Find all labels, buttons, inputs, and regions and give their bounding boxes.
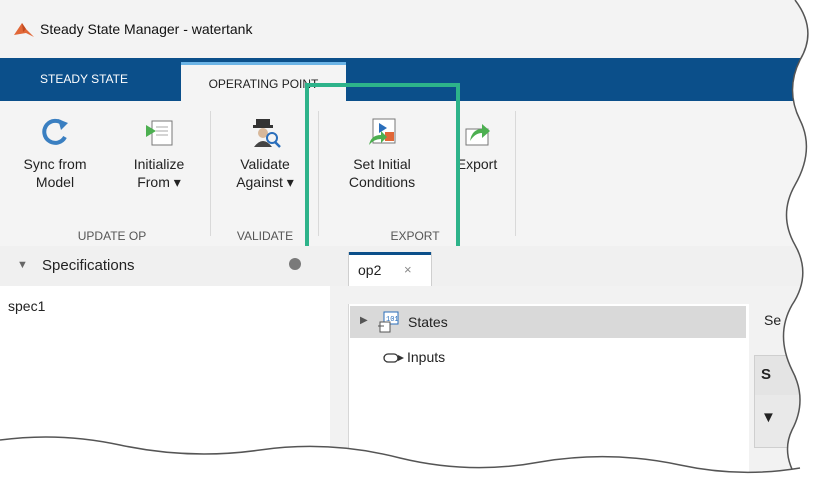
initialize-label-line2: From ▾ [137, 174, 181, 190]
tree-item-states[interactable]: ▶ 101 States [350, 306, 746, 338]
ribbon-separator [210, 111, 211, 236]
panel-options-icon[interactable] [289, 258, 301, 270]
steady-state-manager-window: Steady State Manager - watertank STEADY … [0, 0, 817, 483]
close-icon[interactable]: × [404, 262, 412, 277]
highlight-box [305, 83, 460, 263]
specifications-header: ▼ Specifications [0, 246, 330, 287]
table-row-toggle[interactable]: ▼ [761, 409, 776, 426]
spec-list-item[interactable]: spec1 [8, 298, 45, 314]
validate-against-button[interactable]: Validate Against ▾ [220, 115, 310, 191]
validate-label-line1: Validate [240, 156, 290, 172]
specifications-pane: spec1 [0, 286, 331, 483]
matlab-logo-icon [14, 21, 34, 44]
inputs-label: Inputs [407, 349, 446, 365]
table-header-label: S [761, 366, 772, 383]
specifications-title: Specifications [42, 257, 135, 274]
validate-label-line2: Against ▾ [236, 174, 294, 190]
initialize-label-line1: Initialize [133, 156, 185, 172]
sync-label-line1: Sync from [23, 156, 87, 172]
tab-op2-label: op2 [358, 262, 382, 278]
title-bar: Steady State Manager - watertank [0, 0, 817, 58]
initialize-from-button[interactable]: Initialize From ▾ [120, 115, 198, 191]
group-label-validate: VALIDATE [236, 229, 294, 243]
validate-icon [248, 115, 282, 149]
states-label: States [408, 314, 448, 330]
table-header: S [754, 355, 817, 397]
active-tab-accent [349, 252, 431, 255]
window-title: Steady State Manager - watertank [40, 21, 253, 37]
initialize-icon [142, 115, 176, 149]
truncated-label: Se [764, 312, 782, 328]
sync-label-line2: Model [35, 174, 75, 190]
tree-item-inputs[interactable]: Inputs [350, 340, 746, 372]
sync-icon [38, 115, 72, 149]
document-tab-bar: op2 × [330, 246, 817, 287]
expand-arrow-icon[interactable]: ▶ [360, 315, 368, 326]
collapse-triangle-icon[interactable]: ▼ [17, 259, 28, 271]
inputs-icon [383, 350, 405, 363]
states-icon: 101 [376, 310, 400, 339]
export-icon [460, 115, 494, 149]
sync-from-model-button[interactable]: Sync from Model [18, 115, 92, 191]
table-row[interactable]: ▼ [754, 395, 817, 448]
group-label-update-op: UPDATE OP [77, 229, 147, 243]
tab-steady-state[interactable]: STEADY STATE [24, 58, 144, 101]
tab-op2[interactable]: op2 × [348, 252, 432, 287]
ribbon-separator [515, 111, 516, 236]
